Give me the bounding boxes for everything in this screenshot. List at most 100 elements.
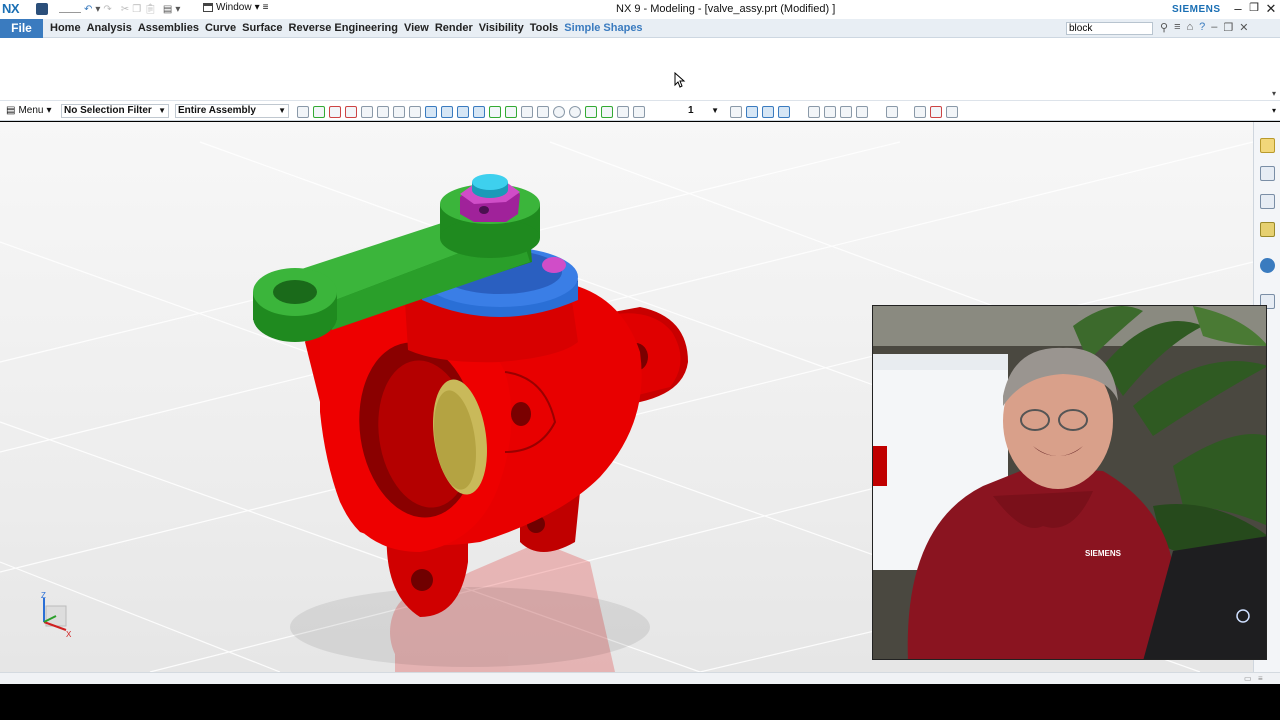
restore-icon[interactable]: ❐ bbox=[1246, 1, 1262, 14]
doc-minimize-icon[interactable]: – bbox=[1211, 21, 1217, 34]
tab-reverse-engineering[interactable]: Reverse Engineering bbox=[286, 19, 401, 38]
selection-scope-dropdown[interactable]: Entire Assembly ▼ bbox=[175, 104, 289, 118]
reuse-library-icon[interactable] bbox=[1260, 222, 1275, 237]
section-view-icon[interactable] bbox=[886, 105, 898, 118]
center-snap-icon[interactable] bbox=[553, 105, 565, 118]
tab-curve[interactable]: Curve bbox=[202, 19, 239, 38]
select-faces-icon[interactable] bbox=[441, 105, 453, 118]
edit-object-display-icon[interactable] bbox=[946, 105, 958, 118]
ribbon-panel: ▾ bbox=[0, 38, 1280, 100]
select-bodies-icon[interactable] bbox=[457, 105, 469, 118]
status-full-screen-icon[interactable]: ▭ bbox=[1244, 674, 1254, 683]
general-selection-icon[interactable] bbox=[297, 105, 309, 118]
select-inside-icon[interactable] bbox=[425, 105, 437, 118]
tab-render[interactable]: Render bbox=[432, 19, 476, 38]
stop-pin[interactable] bbox=[542, 257, 566, 273]
repeat-command-icon[interactable]: ▤ bbox=[163, 4, 172, 15]
model-shadow bbox=[290, 587, 650, 667]
doc-close-icon[interactable]: ✕ bbox=[1239, 21, 1248, 34]
tab-analysis[interactable]: Analysis bbox=[84, 19, 135, 38]
intersection-snap-icon[interactable] bbox=[585, 105, 597, 118]
selection-filter-value: No Selection Filter bbox=[64, 105, 152, 116]
tab-simple-shapes[interactable]: Simple Shapes bbox=[561, 19, 645, 38]
repeat-dropdown-icon[interactable]: ▾ bbox=[175, 4, 180, 15]
ribbon-options-icon[interactable]: ▾ bbox=[1272, 89, 1276, 98]
select-downstream-icon[interactable] bbox=[377, 105, 389, 118]
undo-selection-icon[interactable] bbox=[393, 105, 405, 118]
doc-restore-icon[interactable]: ❐ bbox=[1223, 21, 1233, 34]
assembly-navigator-icon[interactable] bbox=[1260, 138, 1275, 153]
orient-view-icon[interactable] bbox=[730, 105, 742, 118]
select-upstream-icon[interactable] bbox=[361, 105, 373, 118]
presenter-video: SIEMENS bbox=[873, 306, 1266, 659]
web-browser-icon[interactable] bbox=[1260, 258, 1275, 273]
menu-button[interactable]: ▤ Menu ▾ bbox=[6, 105, 52, 116]
collapse-ribbon-icon[interactable]: ⌂ bbox=[1186, 21, 1193, 34]
close-icon[interactable]: ✕ bbox=[1263, 1, 1279, 17]
tab-tools[interactable]: Tools bbox=[527, 19, 562, 38]
siemens-brand: SIEMENS bbox=[1172, 4, 1221, 15]
studio-icon[interactable] bbox=[856, 105, 868, 118]
fit-icon[interactable] bbox=[808, 105, 820, 118]
window-icon bbox=[203, 3, 213, 12]
tab-view[interactable]: View bbox=[401, 19, 432, 38]
view-tools-group bbox=[730, 105, 958, 118]
copy-icon[interactable]: ❐ bbox=[132, 4, 141, 15]
customize-icon[interactable]: ≡ bbox=[263, 2, 269, 13]
bounded-grid-icon[interactable] bbox=[633, 105, 645, 118]
toolbar-overflow-icon[interactable]: ▾ bbox=[1272, 106, 1276, 115]
select-components-icon[interactable] bbox=[473, 105, 485, 118]
tab-assemblies[interactable]: Assemblies bbox=[135, 19, 202, 38]
quadrant-snap-icon[interactable] bbox=[569, 105, 581, 118]
shaded-icon[interactable] bbox=[840, 105, 852, 118]
line-snap-icon[interactable] bbox=[489, 105, 501, 118]
command-finder-input[interactable] bbox=[1066, 22, 1153, 35]
redo-icon[interactable]: ↷ bbox=[103, 4, 111, 15]
video-letterbox bbox=[0, 684, 1280, 720]
deselect-icon[interactable] bbox=[345, 105, 357, 118]
wireframe-icon[interactable] bbox=[824, 105, 836, 118]
presenter-webcam: SIEMENS bbox=[872, 305, 1267, 660]
undo-dropdown-icon[interactable]: ▾ bbox=[95, 4, 100, 15]
svg-text:Z: Z bbox=[41, 591, 46, 600]
point-on-curve-icon[interactable] bbox=[601, 105, 613, 118]
select-all-icon[interactable] bbox=[329, 105, 341, 118]
window-menu[interactable]: Window ▾ ≡ bbox=[203, 2, 268, 13]
menu-bar: File Home Analysis Assemblies Curve Surf… bbox=[0, 19, 1280, 38]
feature-selection-icon[interactable] bbox=[313, 105, 325, 118]
pan-view-icon[interactable] bbox=[762, 105, 774, 118]
toolbar-separator bbox=[59, 5, 81, 13]
rotate-view-icon[interactable] bbox=[746, 105, 758, 118]
tab-home[interactable]: Home bbox=[47, 19, 84, 38]
minimize-icon[interactable]: – bbox=[1230, 1, 1246, 16]
constraint-navigator-icon[interactable] bbox=[1260, 166, 1275, 181]
file-tab[interactable]: File bbox=[0, 19, 43, 38]
status-menu-icon[interactable]: ≡ bbox=[1258, 674, 1268, 683]
undo-icon[interactable]: ↶ bbox=[84, 4, 92, 15]
tab-visibility[interactable]: Visibility bbox=[476, 19, 527, 38]
cut-icon[interactable]: ✂ bbox=[121, 4, 129, 15]
help-icon[interactable]: ? bbox=[1199, 21, 1205, 34]
paste-icon[interactable]: 📋︎ bbox=[144, 4, 157, 15]
rectangle-selection-icon[interactable] bbox=[409, 105, 421, 118]
chevron-down-icon: ▾ bbox=[46, 105, 52, 116]
selection-toolbar: ▤ Menu ▾ No Selection Filter ▼ Entire As… bbox=[0, 100, 1280, 121]
work-layer-dropdown[interactable]: 1 ▼ bbox=[685, 104, 721, 118]
selection-filter-dropdown[interactable]: No Selection Filter ▼ bbox=[61, 104, 169, 118]
chevron-down-icon: ▼ bbox=[158, 106, 166, 115]
window-menu-label: Window bbox=[216, 2, 252, 13]
list-icon[interactable] bbox=[914, 105, 926, 118]
endpoint-snap-icon[interactable] bbox=[521, 105, 533, 118]
chevron-down-icon: ▼ bbox=[711, 106, 719, 115]
part-navigator-icon[interactable] bbox=[1260, 194, 1275, 209]
zoom-view-icon[interactable] bbox=[778, 105, 790, 118]
midpoint-snap-icon[interactable] bbox=[537, 105, 549, 118]
shirt-logo: SIEMENS bbox=[1085, 549, 1122, 558]
tab-surface[interactable]: Surface bbox=[239, 19, 285, 38]
resource-menu-icon[interactable]: ≡ bbox=[1174, 21, 1180, 34]
point-on-face-icon[interactable] bbox=[617, 105, 629, 118]
command-finder-icon[interactable]: ⚲ bbox=[1160, 21, 1168, 34]
clear-section-icon[interactable] bbox=[930, 105, 942, 118]
curve-snap-icon[interactable] bbox=[505, 105, 517, 118]
save-icon[interactable] bbox=[36, 3, 48, 15]
